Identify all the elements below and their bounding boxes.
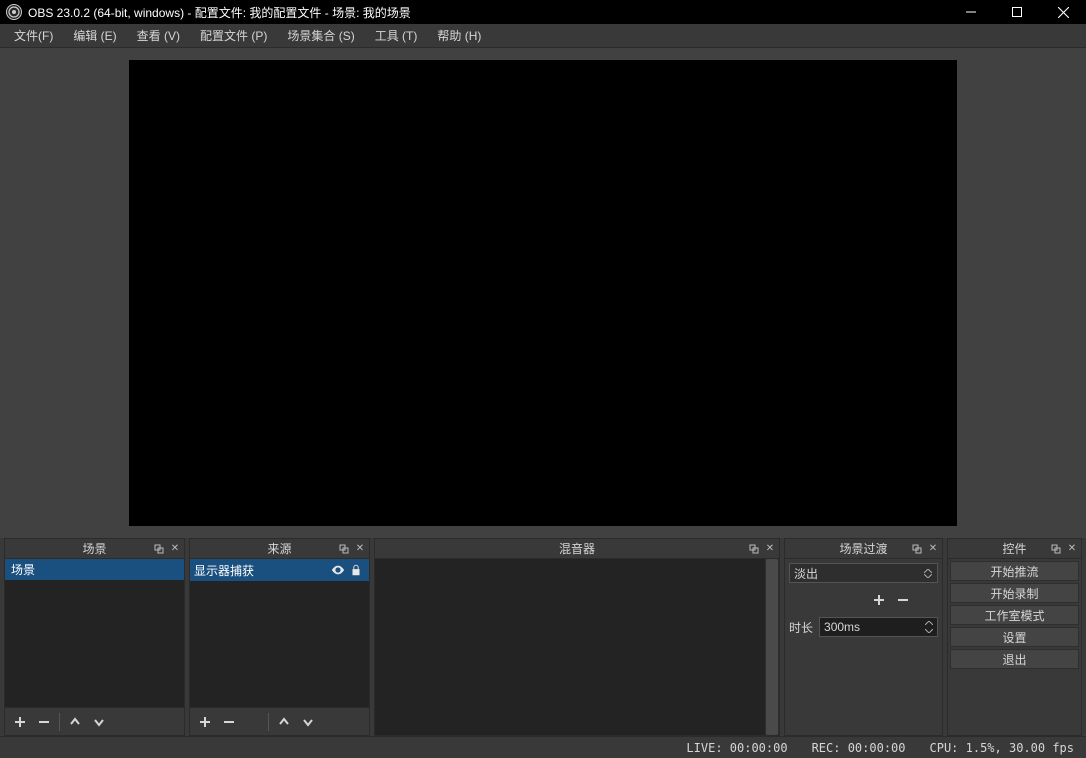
status-live: LIVE: 00:00:00	[686, 741, 787, 755]
transitions-body: 淡出 时长 300ms	[785, 559, 942, 735]
transition-add-button[interactable]	[868, 589, 890, 611]
separator	[59, 713, 60, 731]
statusbar: LIVE: 00:00:00 REC: 00:00:00 CPU: 1.5%, …	[0, 736, 1086, 758]
menu-help[interactable]: 帮助 (H)	[427, 24, 491, 47]
maximize-button[interactable]	[994, 0, 1040, 24]
dock-scenes-title: 场景	[82, 540, 106, 557]
dock-sources: 来源 ✕ 显示器捕获	[189, 538, 370, 736]
minimize-button[interactable]	[948, 0, 994, 24]
dock-mixer: 混音器 ✕	[374, 538, 780, 736]
status-rec: REC: 00:00:00	[812, 741, 906, 755]
separator	[268, 713, 269, 731]
source-item[interactable]: 显示器捕获	[190, 559, 369, 581]
dock-scenes-header: 场景 ✕	[5, 539, 184, 559]
studio-mode-button[interactable]: 工作室模式	[950, 605, 1079, 625]
dock-mixer-detach-icon[interactable]	[747, 542, 761, 556]
dock-controls-title: 控件	[1002, 540, 1026, 557]
window-title: OBS 23.0.2 (64-bit, windows) - 配置文件: 我的配…	[28, 4, 948, 21]
dock-scenes-close-icon[interactable]: ✕	[168, 542, 182, 556]
app-icon	[6, 4, 22, 20]
dock-mixer-header: 混音器 ✕	[375, 539, 779, 559]
source-visibility-toggle[interactable]	[329, 561, 347, 579]
dock-sources-detach-icon[interactable]	[337, 542, 351, 556]
sources-list[interactable]: 显示器捕获	[190, 559, 369, 707]
menubar: 文件(F) 编辑 (E) 查看 (V) 配置文件 (P) 场景集合 (S) 工具…	[0, 24, 1086, 48]
dock-mixer-close-icon[interactable]: ✕	[763, 542, 777, 556]
transition-select[interactable]: 淡出	[789, 563, 938, 583]
dock-controls-header: 控件 ✕	[948, 539, 1081, 559]
menu-edit[interactable]: 编辑 (E)	[63, 24, 126, 47]
dock-sources-title: 来源	[267, 540, 291, 557]
menu-profile[interactable]: 配置文件 (P)	[190, 24, 277, 47]
menu-view[interactable]: 查看 (V)	[127, 24, 190, 47]
source-item-label: 显示器捕获	[194, 562, 329, 579]
dock-controls-close-icon[interactable]: ✕	[1065, 542, 1079, 556]
source-properties-button[interactable]	[242, 711, 264, 733]
status-cpu: CPU: 1.5%, 30.00 fps	[930, 741, 1075, 755]
titlebar: OBS 23.0.2 (64-bit, windows) - 配置文件: 我的配…	[0, 0, 1086, 24]
menu-tools[interactable]: 工具 (T)	[365, 24, 428, 47]
dock-controls-detach-icon[interactable]	[1049, 542, 1063, 556]
menu-file[interactable]: 文件(F)	[4, 24, 63, 47]
scenes-toolbar	[5, 707, 184, 735]
transition-duration-spinbox[interactable]: 300ms	[819, 617, 938, 637]
dock-scenes-detach-icon[interactable]	[152, 542, 166, 556]
start-streaming-button[interactable]: 开始推流	[950, 561, 1079, 581]
source-lock-toggle[interactable]	[347, 561, 365, 579]
transition-duration-value: 300ms	[824, 620, 860, 634]
dock-transitions: 场景过渡 ✕ 淡出 时长 300ms	[784, 538, 943, 736]
scenes-list[interactable]: 场景	[5, 559, 184, 707]
menu-scene-collection[interactable]: 场景集合 (S)	[277, 24, 364, 47]
dock-sources-header: 来源 ✕	[190, 539, 369, 559]
exit-button[interactable]: 退出	[950, 649, 1079, 669]
source-add-button[interactable]	[194, 711, 216, 733]
transition-select-value: 淡出	[794, 565, 818, 582]
source-move-up-button[interactable]	[273, 711, 295, 733]
mixer-body	[375, 559, 779, 735]
dock-mixer-title: 混音器	[559, 540, 595, 557]
controls-body: 开始推流 开始录制 工作室模式 设置 退出	[948, 559, 1081, 735]
dock-transitions-close-icon[interactable]: ✕	[926, 542, 940, 556]
scene-move-up-button[interactable]	[64, 711, 86, 733]
dock-sources-close-icon[interactable]: ✕	[353, 542, 367, 556]
dock-scenes: 场景 ✕ 场景	[4, 538, 185, 736]
dock-controls: 控件 ✕ 开始推流 开始录制 工作室模式 设置 退出	[947, 538, 1082, 736]
spin-down-button[interactable]	[922, 627, 936, 635]
dock-transitions-title: 场景过渡	[839, 540, 887, 557]
spin-up-button[interactable]	[922, 619, 936, 627]
preview-canvas[interactable]	[129, 60, 957, 526]
docks-row: 场景 ✕ 场景 来源 ✕ 显示器捕获	[0, 538, 1086, 736]
transition-properties-button[interactable]	[916, 589, 938, 611]
start-recording-button[interactable]: 开始录制	[950, 583, 1079, 603]
chevron-updown-icon	[921, 569, 935, 578]
scene-item[interactable]: 场景	[5, 559, 184, 580]
source-remove-button[interactable]	[218, 711, 240, 733]
settings-button[interactable]: 设置	[950, 627, 1079, 647]
scene-move-down-button[interactable]	[88, 711, 110, 733]
dock-transitions-header: 场景过渡 ✕	[785, 539, 942, 559]
source-move-down-button[interactable]	[297, 711, 319, 733]
scene-add-button[interactable]	[9, 711, 31, 733]
sources-toolbar	[190, 707, 369, 735]
scene-remove-button[interactable]	[33, 711, 55, 733]
transition-duration-label: 时长	[789, 619, 813, 636]
mixer-content[interactable]	[375, 559, 765, 735]
dock-transitions-detach-icon[interactable]	[910, 542, 924, 556]
transition-remove-button[interactable]	[892, 589, 914, 611]
mixer-scrollbar[interactable]	[765, 559, 779, 735]
preview-area	[0, 48, 1086, 538]
close-button[interactable]	[1040, 0, 1086, 24]
